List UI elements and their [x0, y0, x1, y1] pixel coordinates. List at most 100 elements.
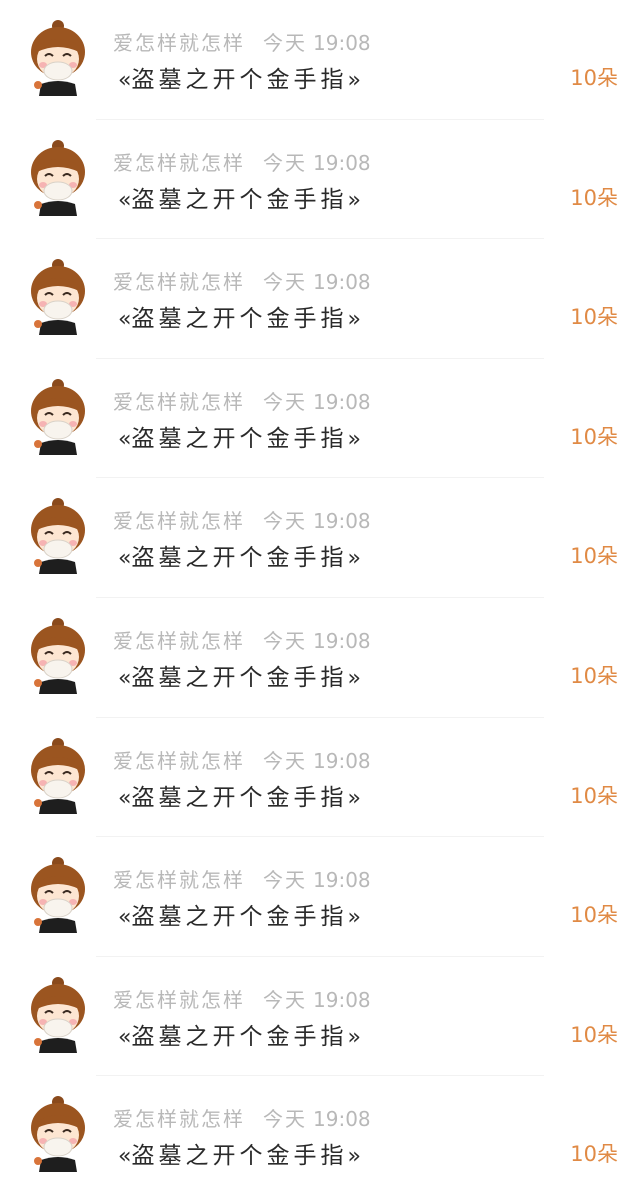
gift-count-unit: 朵 — [597, 783, 618, 808]
meta-line: 爱怎样就怎样 今天 19:08 — [113, 27, 371, 57]
quote-open: « — [118, 187, 132, 213]
timestamp: 19:08 — [313, 748, 371, 773]
book-title[interactable]: «盗墓之开个金手指» — [118, 419, 361, 453]
time-label: 今天 — [263, 868, 307, 893]
username[interactable]: 爱怎样就怎样 — [113, 509, 245, 533]
timestamp: 19:08 — [313, 31, 371, 55]
gift-count: 10朵 — [570, 660, 618, 690]
time-label: 今天 — [263, 270, 307, 295]
username[interactable]: 爱怎样就怎样 — [113, 749, 245, 773]
timestamp: 19:08 — [313, 868, 371, 893]
avatar[interactable] — [27, 138, 89, 216]
meta-line: 爱怎样就怎样 今天 19:08 — [113, 745, 371, 775]
book-name: 盗墓之开个金手指 — [131, 1143, 348, 1170]
quote-open: « — [118, 307, 132, 333]
avatar[interactable] — [27, 18, 89, 96]
time-label: 今天 — [263, 31, 307, 55]
quote-open: « — [118, 666, 132, 691]
quote-close: » — [347, 307, 361, 333]
quote-close: » — [347, 1144, 361, 1170]
gift-count-number: 10 — [570, 664, 597, 688]
quote-close: » — [347, 187, 361, 213]
avatar[interactable] — [27, 975, 89, 1053]
timestamp: 19:08 — [313, 1107, 371, 1132]
book-title[interactable]: «盗墓之开个金手指» — [118, 538, 361, 572]
gift-count-number: 10 — [570, 424, 597, 449]
timestamp: 19:08 — [313, 509, 371, 534]
book-name: 盗墓之开个金手指 — [131, 545, 348, 572]
list-item[interactable]: 爱怎样就怎样 今天 19:08 «盗墓之开个金手指» 10朵 — [0, 239, 640, 359]
book-name: 盗墓之开个金手指 — [131, 1023, 348, 1050]
gift-count-number: 10 — [570, 783, 597, 808]
quote-open: « — [118, 426, 132, 452]
username[interactable]: 爱怎样就怎样 — [113, 270, 245, 294]
username[interactable]: 爱怎样就怎样 — [113, 1107, 245, 1131]
quote-open: « — [118, 785, 132, 811]
book-title[interactable]: «盗墓之开个金手指» — [118, 180, 361, 214]
book-title[interactable]: «盗墓之开个金手指» — [118, 299, 361, 333]
gift-count-unit: 朵 — [597, 66, 618, 90]
quote-close: » — [347, 785, 361, 811]
list-item[interactable]: 爱怎样就怎样 今天 19:08 «盗墓之开个金手指» 10朵 — [0, 359, 640, 479]
quote-open: « — [118, 905, 132, 931]
quote-open: « — [118, 546, 132, 572]
username[interactable]: 爱怎样就怎样 — [113, 868, 245, 892]
quote-open: « — [118, 1144, 132, 1170]
timestamp: 19:08 — [313, 150, 371, 175]
username[interactable]: 爱怎样就怎样 — [113, 31, 245, 55]
gift-count: 10朵 — [570, 301, 618, 331]
gift-count: 10朵 — [570, 182, 618, 212]
list-item[interactable]: 爱怎样就怎样 今天 19:08 «盗墓之开个金手指» 10朵 — [0, 718, 640, 838]
username[interactable]: 爱怎样就怎样 — [113, 629, 245, 653]
quote-close: » — [347, 426, 361, 452]
quote-close: » — [347, 666, 361, 691]
gift-count-number: 10 — [570, 903, 597, 928]
username[interactable]: 爱怎样就怎样 — [113, 988, 245, 1012]
gift-count-unit: 朵 — [597, 664, 618, 688]
gift-count: 10朵 — [570, 62, 618, 92]
gift-count-unit: 朵 — [597, 185, 618, 210]
gift-count-unit: 朵 — [597, 1022, 618, 1047]
gift-count-number: 10 — [570, 1142, 597, 1167]
avatar[interactable] — [27, 616, 89, 694]
username[interactable]: 爱怎样就怎样 — [113, 151, 245, 175]
book-name: 盗墓之开个金手指 — [131, 784, 348, 811]
timestamp: 19:08 — [313, 270, 371, 295]
book-title[interactable]: «盗墓之开个金手指» — [118, 1136, 361, 1170]
gift-count: 10朵 — [570, 1019, 618, 1049]
list-item[interactable]: 爱怎样就怎样 今天 19:08 «盗墓之开个金手指» 10朵 — [0, 1076, 640, 1196]
avatar[interactable] — [27, 736, 89, 814]
meta-line: 爱怎样就怎样 今天 19:08 — [113, 984, 371, 1014]
list-item[interactable]: 爱怎样就怎样 今天 19:08 «盗墓之开个金手指» 10朵 — [0, 120, 640, 240]
username[interactable]: 爱怎样就怎样 — [113, 390, 245, 414]
meta-line: 爱怎样就怎样 今天 19:08 — [113, 147, 371, 177]
gift-record-list: 爱怎样就怎样 今天 19:08 «盗墓之开个金手指» 10朵 爱怎样就怎样 今天 19:… — [0, 0, 640, 1196]
book-title[interactable]: «盗墓之开个金手指» — [118, 897, 361, 931]
book-title[interactable]: «盗墓之开个金手指» — [118, 1017, 361, 1051]
avatar[interactable] — [27, 1094, 89, 1173]
gift-count-number: 10 — [570, 544, 597, 569]
quote-open: « — [118, 1024, 132, 1050]
gift-count-number: 10 — [570, 1022, 597, 1047]
list-item[interactable]: 爱怎样就怎样 今天 19:08 «盗墓之开个金手指» 10朵 — [0, 598, 640, 718]
book-title[interactable]: «盗墓之开个金手指» — [118, 658, 361, 692]
avatar[interactable] — [27, 855, 89, 934]
quote-close: » — [347, 905, 361, 931]
meta-line: 爱怎样就怎样 今天 19:08 — [113, 386, 371, 416]
gift-count: 10朵 — [570, 421, 618, 451]
gift-count-unit: 朵 — [597, 424, 618, 449]
timestamp: 19:08 — [313, 629, 371, 653]
list-item[interactable]: 爱怎样就怎样 今天 19:08 «盗墓之开个金手指» 10朵 — [0, 478, 640, 598]
book-title[interactable]: «盗墓之开个金手指» — [118, 60, 361, 94]
gift-count: 10朵 — [570, 540, 618, 570]
avatar[interactable] — [27, 496, 89, 575]
list-item[interactable]: 爱怎样就怎样 今天 19:08 «盗墓之开个金手指» 10朵 — [0, 0, 640, 120]
avatar[interactable] — [27, 377, 89, 455]
time-label: 今天 — [263, 389, 307, 414]
book-name: 盗墓之开个金手指 — [131, 306, 348, 333]
time-label: 今天 — [263, 1107, 307, 1132]
avatar[interactable] — [27, 257, 89, 336]
list-item[interactable]: 爱怎样就怎样 今天 19:08 «盗墓之开个金手指» 10朵 — [0, 837, 640, 957]
list-item[interactable]: 爱怎样就怎样 今天 19:08 «盗墓之开个金手指» 10朵 — [0, 957, 640, 1077]
book-title[interactable]: «盗墓之开个金手指» — [118, 778, 361, 812]
